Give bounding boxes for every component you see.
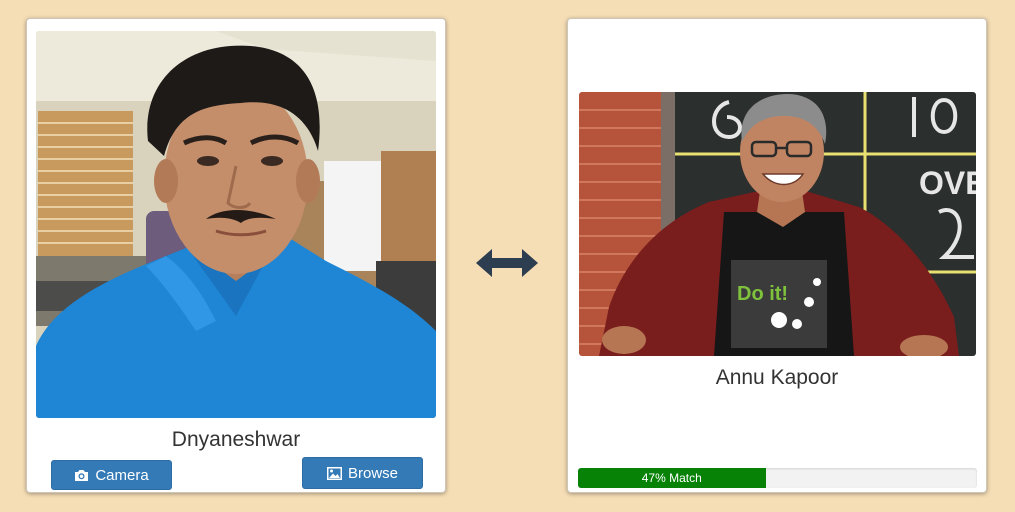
left-face-photo (36, 31, 436, 418)
right-person-name: Annu Kapoor (715, 366, 839, 389)
chalkboard-text: OVE (919, 165, 976, 201)
camera-icon (74, 469, 89, 482)
right-face-photo: OVE Do it! (579, 92, 976, 356)
image-icon (326, 466, 342, 480)
match-progress-fill: 47% Match (578, 468, 766, 488)
shirt-print-text: Do it! (737, 283, 788, 305)
browse-button-label: Browse (347, 464, 399, 482)
swap-arrow-icon (476, 247, 538, 279)
camera-button-label: Camera (95, 466, 149, 484)
left-face-card: Dnyaneshwar Camera Browse (26, 18, 446, 493)
browse-button[interactable]: Browse (302, 457, 423, 489)
right-face-card: OVE Do it! Annu Kapoor 47% Match (567, 18, 987, 493)
left-person-name: Dnyaneshwar (171, 428, 301, 451)
match-progress-bar: 47% Match (578, 468, 977, 488)
camera-button[interactable]: Camera (51, 460, 172, 490)
